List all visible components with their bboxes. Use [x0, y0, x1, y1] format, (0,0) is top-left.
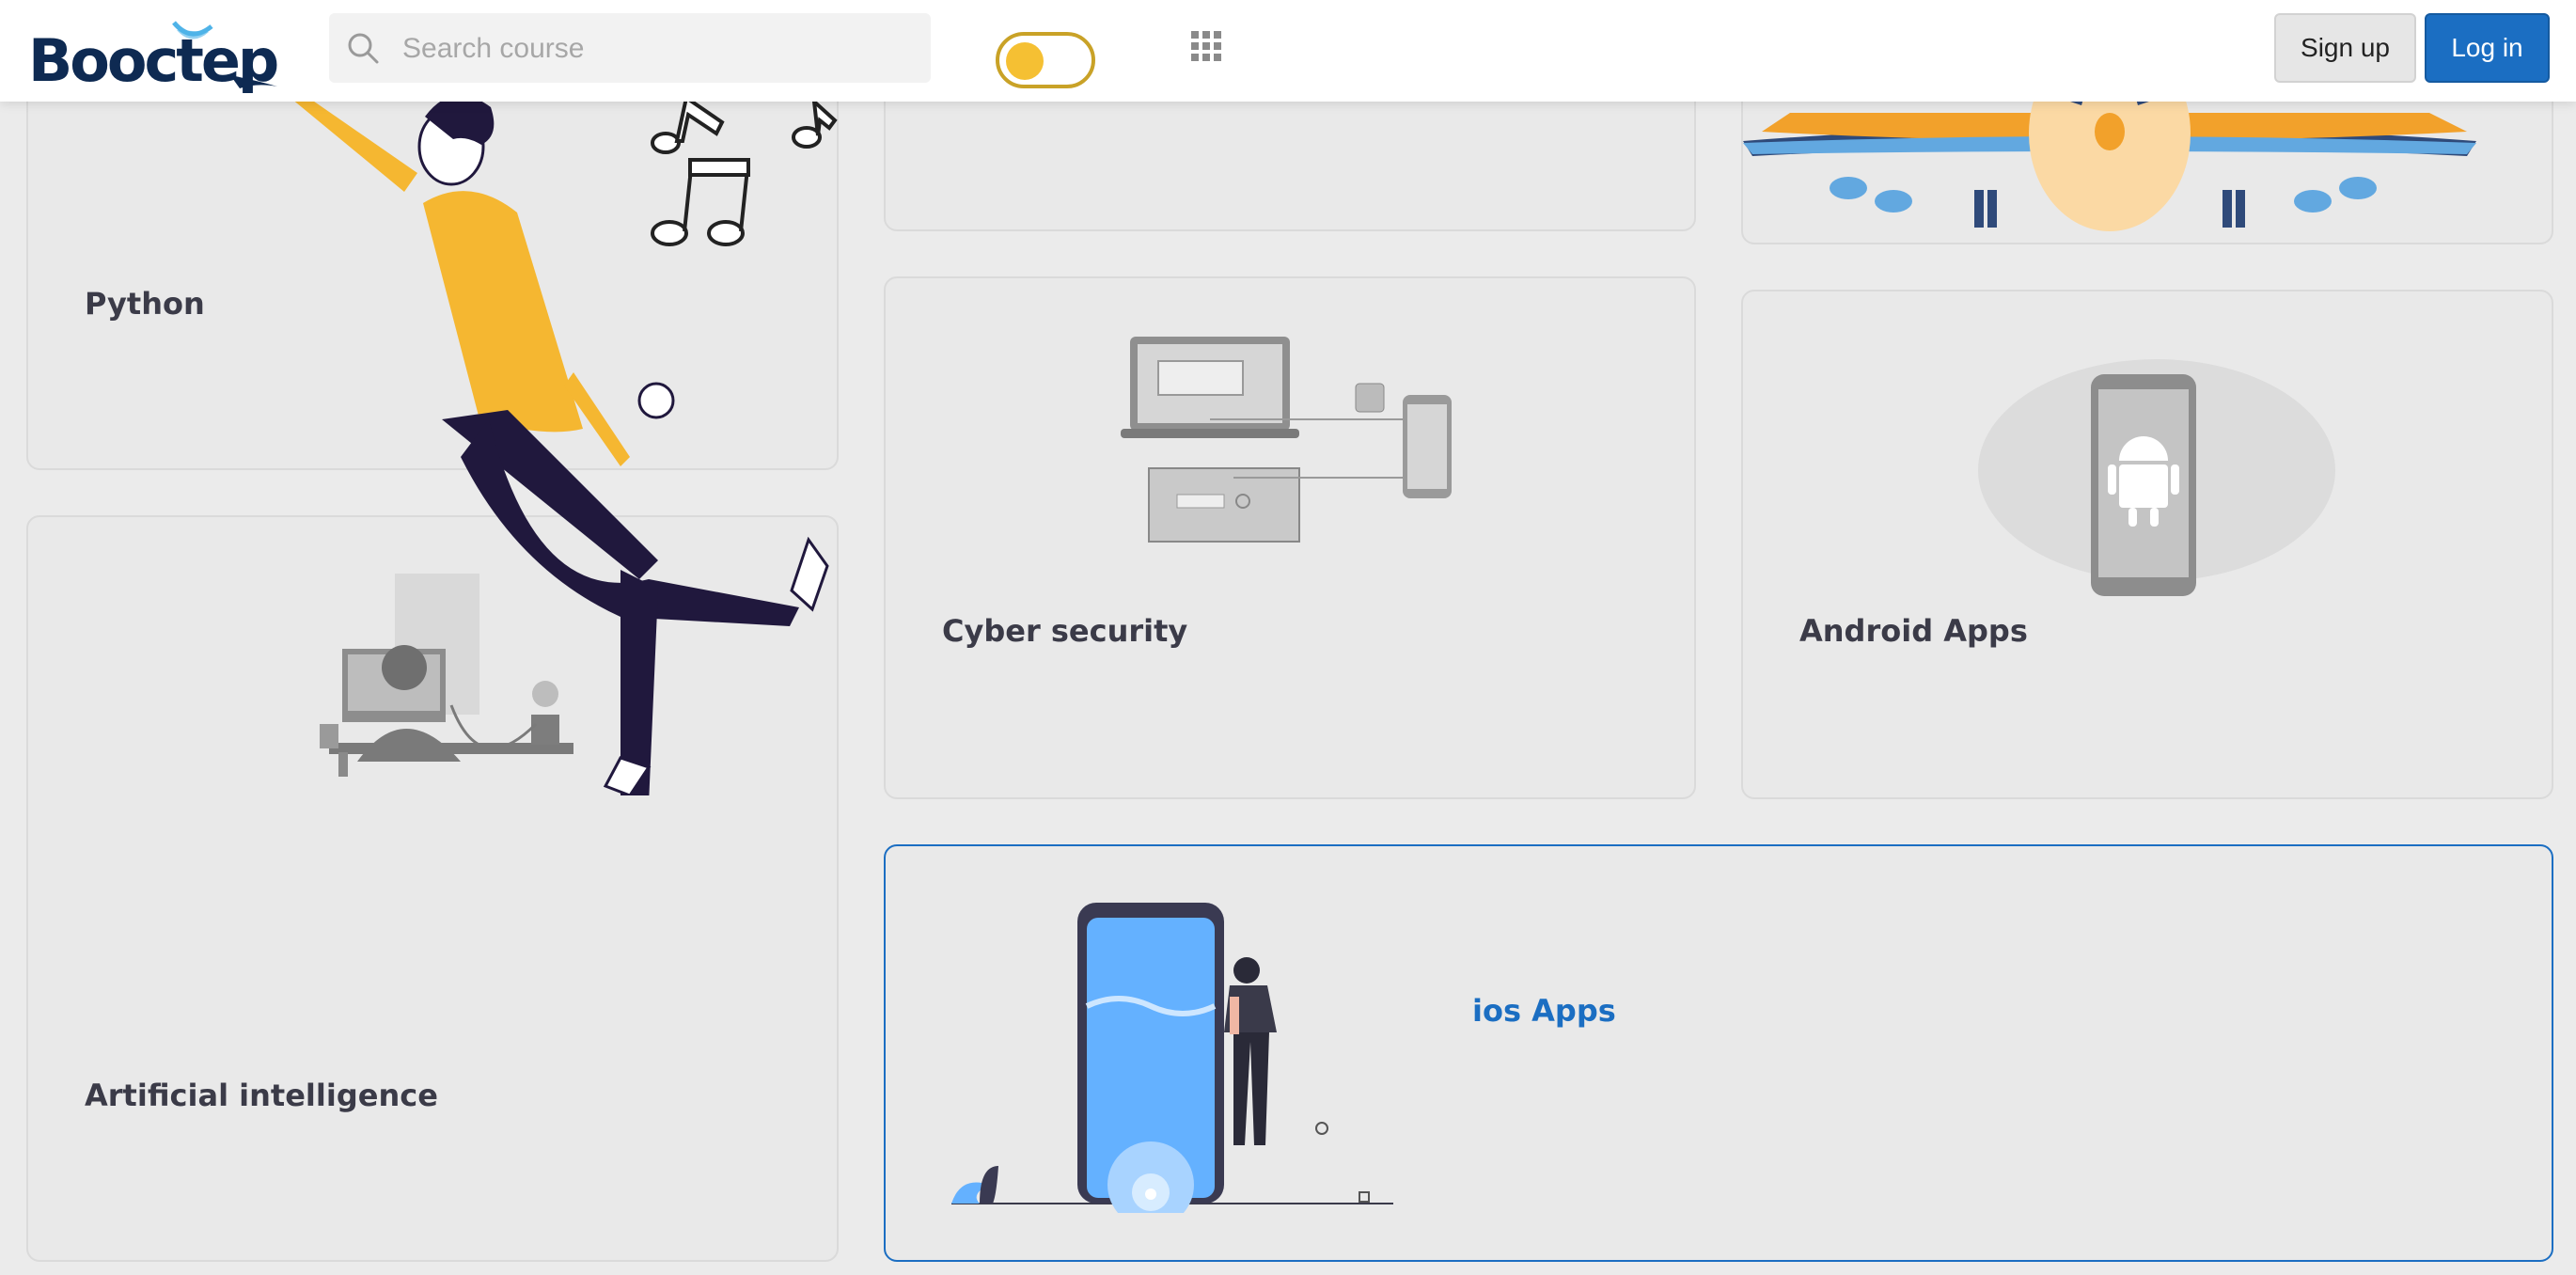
theme-toggle[interactable]	[996, 32, 1095, 88]
ios-phone-illustration	[951, 903, 1393, 1213]
course-title: Artificial intelligence	[85, 1078, 438, 1113]
brand-logo[interactable]: Booctep	[28, 17, 282, 102]
logo-swoosh-icon	[172, 21, 277, 88]
course-title: Python	[85, 286, 205, 322]
theme-toggle-knob	[1006, 42, 1044, 80]
top-navbar: Booctep Sign up Log in	[0, 0, 2576, 102]
course-title: ios Apps	[1472, 993, 1616, 1029]
course-card-android-apps[interactable]: Android Apps	[1741, 290, 2553, 799]
cyber-security-illustration	[1121, 337, 1452, 543]
android-phone-illustration	[1978, 359, 2335, 596]
course-title: Android Apps	[1799, 613, 2028, 649]
course-title: Cyber security	[942, 613, 1188, 649]
search-input[interactable]	[401, 13, 912, 85]
course-card-ios-apps[interactable]: ios Apps	[884, 844, 2553, 1262]
music-notes-icon	[651, 94, 838, 246]
search-bar[interactable]	[329, 13, 931, 85]
signup-button[interactable]: Sign up	[2274, 13, 2416, 83]
course-card-cyber-security[interactable]: Cyber security	[884, 276, 1696, 799]
apps-grid-icon[interactable]	[1189, 29, 1223, 63]
search-icon	[348, 33, 379, 64]
login-button[interactable]: Log in	[2425, 13, 2550, 83]
